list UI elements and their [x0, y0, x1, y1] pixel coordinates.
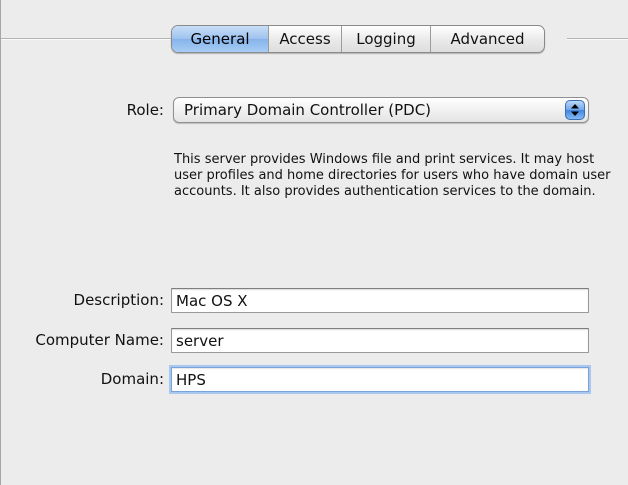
tab-general[interactable]: General [172, 26, 268, 52]
computer-name-field[interactable] [171, 328, 589, 353]
description-field[interactable] [171, 288, 589, 313]
tab-logging[interactable]: Logging [341, 26, 430, 52]
role-label: Role: [126, 101, 164, 119]
domain-label: Domain: [100, 370, 164, 388]
domain-field[interactable] [171, 367, 589, 392]
role-description: This server provides Windows file and pr… [174, 152, 611, 199]
tab-access[interactable]: Access [268, 26, 341, 52]
role-popup[interactable]: Primary Domain Controller (PDC) [173, 97, 589, 123]
computer-name-label: Computer Name: [35, 331, 164, 349]
tab-bar: General Access Logging Advanced [171, 25, 545, 53]
tab-advanced[interactable]: Advanced [430, 26, 544, 52]
separator-right [567, 38, 628, 40]
up-down-arrows-icon [565, 100, 585, 120]
description-label: Description: [73, 291, 164, 309]
separator-left [1, 38, 173, 40]
general-settings-pane: General Access Logging Advanced Role: Pr… [0, 0, 628, 485]
role-popup-value: Primary Domain Controller (PDC) [184, 101, 432, 119]
